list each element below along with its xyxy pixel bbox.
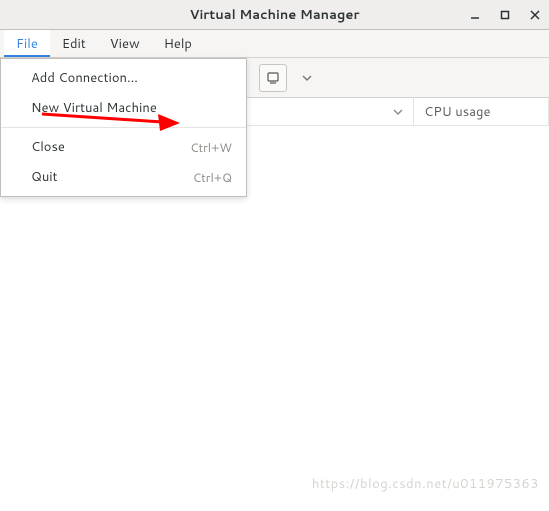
sort-indicator-icon [393, 109, 403, 115]
minimize-button[interactable] [467, 7, 483, 23]
menu-view[interactable]: View [98, 30, 152, 57]
titlebar: Virtual Machine Manager [0, 0, 549, 30]
window-controls [467, 7, 543, 23]
menu-add-connection[interactable]: Add Connection... [1, 63, 246, 93]
watermark: https://blog.csdn.net/u011975363 [312, 475, 539, 493]
column-cpu-usage[interactable]: CPU usage [414, 98, 549, 125]
menu-separator [1, 127, 246, 128]
menu-edit[interactable]: Edit [50, 30, 98, 57]
maximize-button[interactable] [497, 7, 513, 23]
file-menu-dropdown: Add Connection... New Virtual Machine Cl… [0, 58, 247, 197]
toolbar-dropdown-button[interactable] [293, 64, 321, 92]
menu-close[interactable]: Close Ctrl+W [1, 132, 246, 162]
close-button[interactable] [527, 7, 543, 23]
menubar: File Edit View Help [0, 30, 549, 58]
open-vm-button[interactable] [259, 64, 287, 92]
menu-file[interactable]: File [4, 30, 50, 57]
menu-new-virtual-machine[interactable]: New Virtual Machine [1, 93, 246, 123]
window-title: Virtual Machine Manager [190, 6, 360, 24]
menu-quit[interactable]: Quit Ctrl+Q [1, 162, 246, 192]
menu-help[interactable]: Help [152, 30, 204, 57]
